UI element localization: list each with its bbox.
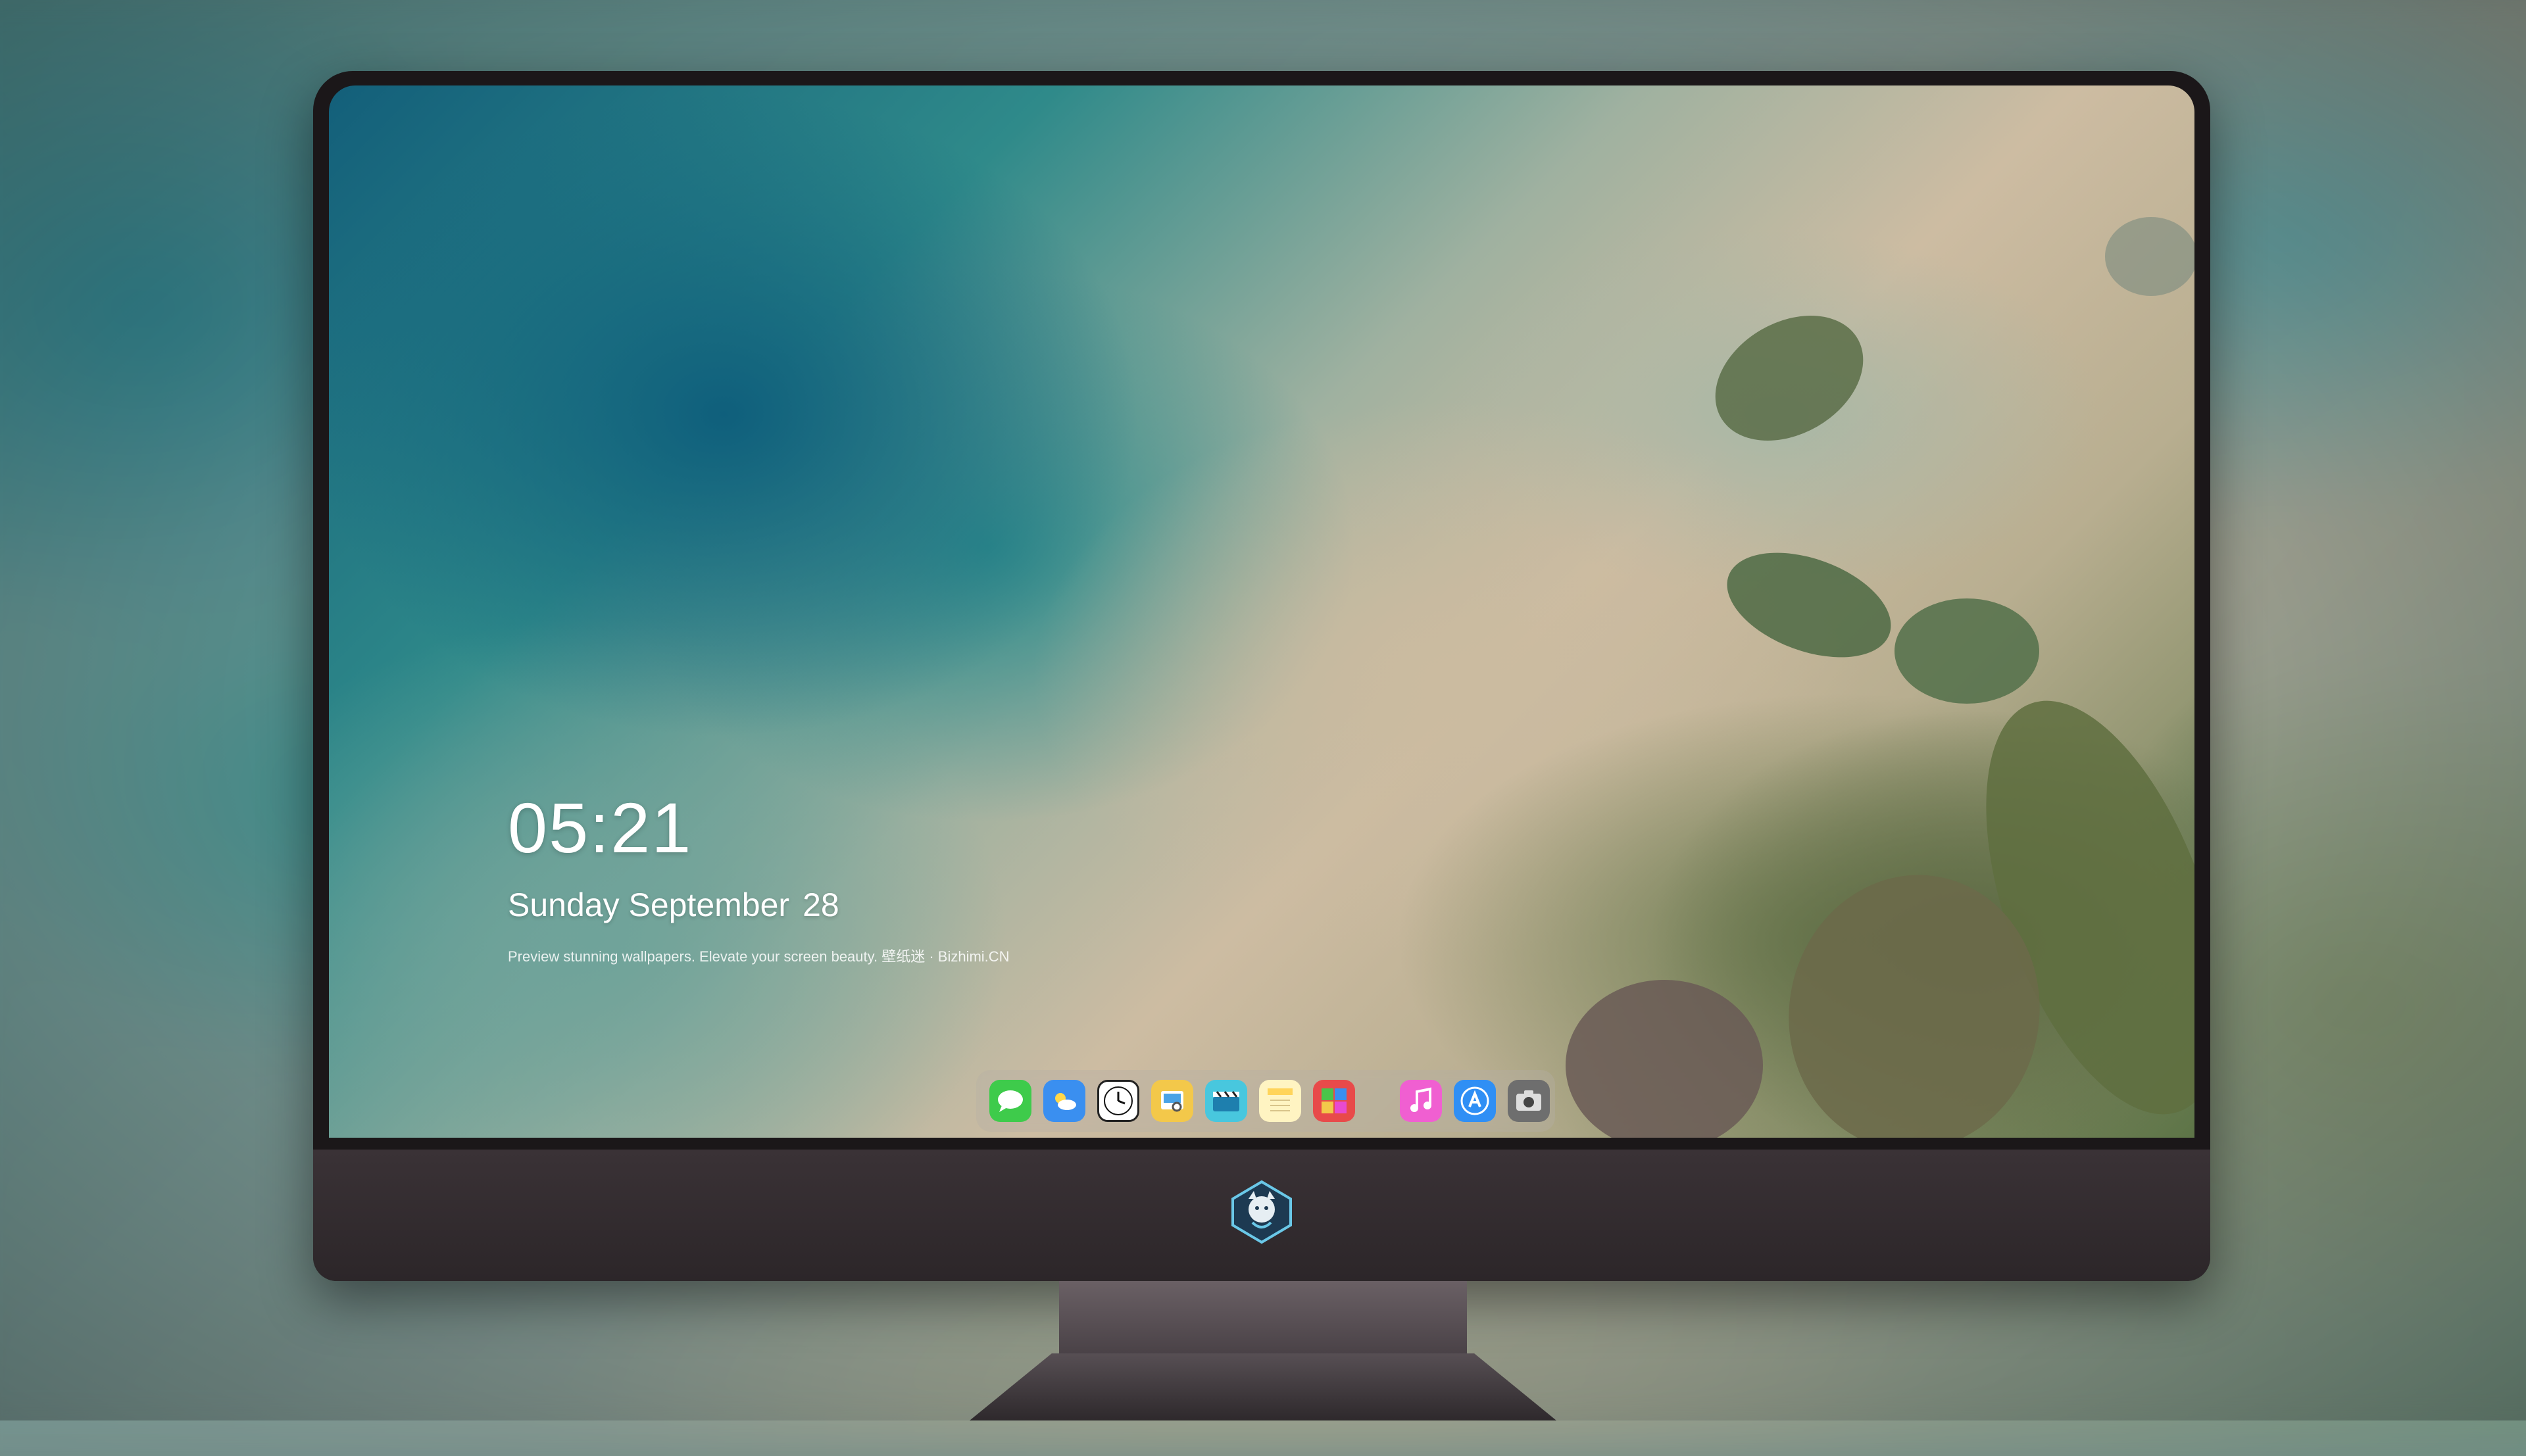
camera-icon[interactable] — [1508, 1080, 1550, 1122]
wallpaper-island — [1894, 598, 2039, 704]
wallpaper-island — [2105, 217, 2194, 296]
date-display: Sunday September 28 — [508, 886, 1010, 924]
wallpaper-island — [1712, 532, 1906, 678]
time-display: 05:21 — [508, 788, 693, 867]
music-icon[interactable] — [1400, 1080, 1442, 1122]
date-day: 28 — [803, 886, 839, 923]
wallpaper-delta — [1566, 980, 1763, 1138]
monitor: 05:21 Sunday September 28 Preview stunni… — [313, 71, 2210, 1281]
preview-icon[interactable] — [1151, 1080, 1193, 1122]
messages-icon[interactable] — [989, 1080, 1031, 1122]
clips-icon[interactable] — [1205, 1080, 1247, 1122]
brand-logo-icon — [1229, 1179, 1295, 1245]
monitor-stand-base — [970, 1353, 1556, 1420]
wallpaper-tagline: Preview stunning wallpapers. Elevate you… — [508, 948, 1010, 965]
screen-wallpaper: 05:21 Sunday September 28 Preview stunni… — [329, 85, 2194, 1138]
photo-booth-icon[interactable] — [1313, 1080, 1355, 1122]
dock — [976, 1070, 1555, 1132]
wallpaper-island — [1693, 290, 1886, 466]
monitor-stand-neck — [1059, 1281, 1467, 1353]
lockscreen-clock: 05:21 Sunday September 28 Preview stunni… — [508, 792, 1010, 966]
clock-icon[interactable] — [1097, 1080, 1139, 1122]
app-store-icon[interactable] — [1454, 1080, 1496, 1122]
date-weekday-month: Sunday September — [508, 886, 790, 923]
weather-icon[interactable] — [1043, 1080, 1085, 1122]
notes-icon[interactable] — [1259, 1080, 1301, 1122]
